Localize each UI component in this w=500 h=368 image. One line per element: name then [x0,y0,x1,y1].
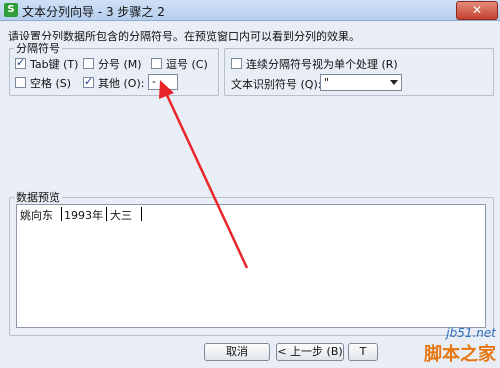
annotation-arrow-shaft [164,92,249,269]
watermark: jb51.net 脚本之家 [424,326,496,366]
watermark-brand: 脚本之家 [424,344,496,365]
annotation-arrow [159,80,249,269]
watermark-url: jb51.net [446,326,496,340]
